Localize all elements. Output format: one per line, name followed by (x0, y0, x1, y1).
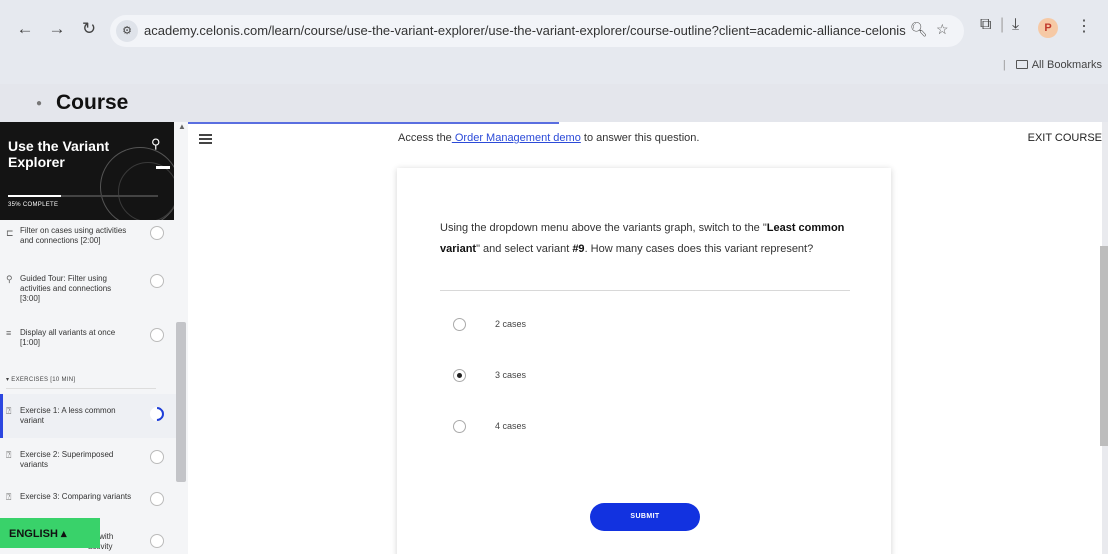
course-title: Course (56, 91, 129, 114)
question-text: Using the dropdown menu above the varian… (440, 218, 870, 260)
profile-icon[interactable]: P (1038, 18, 1058, 38)
progress-label: 35% COMPLETE (8, 202, 59, 208)
list-icon: ≡ (6, 328, 12, 338)
lesson-item[interactable]: ⚲ Guided Tour: Filter using activities a… (0, 270, 176, 310)
folder-icon (1015, 60, 1028, 69)
access-prefix: Access the (398, 132, 452, 144)
hamburger-menu-icon[interactable] (199, 134, 212, 144)
scroll-up-arrow[interactable]: ▲ (178, 122, 186, 131)
forward-icon[interactable]: → (46, 18, 68, 40)
course-sidebar: Use the Variant Explorer ⚲ 35% COMPLETE … (0, 122, 188, 554)
question-part: . How many cases does this variant repre… (584, 243, 814, 255)
status-circle (150, 492, 164, 506)
status-circle (150, 450, 164, 464)
exercise-label: Exercise 3: Comparing variants (20, 492, 132, 501)
address-bar[interactable]: ⚙ academy.celonis.com/learn/course/use-t… (110, 15, 964, 47)
sidebar-scrollbar[interactable] (176, 322, 186, 482)
submit-button[interactable]: SUBMIT (590, 503, 700, 531)
decoration (118, 162, 174, 220)
url-text[interactable]: academy.celonis.com/learn/course/use-the… (144, 23, 906, 38)
exercise-item[interactable]: ⍰ Exercise 3: Comparing variants (0, 488, 176, 518)
search-icon[interactable]: ⚲ (151, 136, 161, 152)
exercise-item[interactable]: ⍰ Exercise 2: Superimposed variants (0, 446, 176, 476)
exercise-label: Exercise 2: Superimposed variants (20, 450, 114, 469)
lesson-item[interactable]: ≡ Display all variants at once [1:00] (0, 324, 176, 354)
bookmarks-label: All Bookmarks (1031, 59, 1102, 71)
question-icon: ⍰ (6, 450, 12, 460)
order-management-demo-link[interactable]: Order Management demo (452, 132, 581, 144)
reload-icon[interactable]: ↻ (78, 18, 100, 40)
status-circle (150, 328, 164, 342)
question-bold: #9 (572, 243, 585, 255)
progress-bar (8, 195, 61, 197)
question-part: Using the dropdown menu above the varian… (440, 222, 767, 234)
lesson-label: Guided Tour: Filter using activities and… (20, 274, 112, 303)
question-icon: ⍰ (6, 406, 12, 416)
exit-course-button[interactable]: EXIT COURSE (1028, 132, 1102, 144)
radio-button-selected[interactable] (453, 369, 466, 382)
zoom-icon[interactable]: 🔍︎ (910, 21, 928, 38)
lesson-label: Display all variants at once [1:00] (20, 328, 116, 347)
option-label: 3 cases (495, 370, 527, 380)
decoration (156, 166, 170, 169)
toolbar-divider: | (1000, 16, 1005, 33)
all-bookmarks[interactable]: | All Bookmarks (1003, 59, 1102, 71)
radio-button[interactable] (453, 318, 466, 331)
guided-tour-icon: ⚲ (6, 274, 13, 284)
sidebar-header: Use the Variant Explorer ⚲ 35% COMPLETE (0, 122, 174, 220)
in-progress-circle (147, 404, 167, 424)
back-icon[interactable]: ← (14, 18, 36, 40)
section-exercises[interactable]: ▾ EXERCISES [10 MIN] (6, 376, 75, 383)
course-header: ● Course (0, 84, 1108, 122)
collapse-icon[interactable]: ● (36, 98, 42, 109)
answer-option[interactable]: 2 cases (453, 318, 653, 334)
question-part: " and select variant (476, 243, 573, 255)
menu-icon[interactable]: ⋮ (1076, 16, 1092, 36)
question-icon: ⍰ (6, 492, 12, 502)
language-selector[interactable]: ENGLISH ▴ (0, 518, 100, 548)
answer-option-selected[interactable]: 3 cases (453, 369, 653, 385)
browser-chrome: ← → ↻ ⚙ academy.celonis.com/learn/course… (0, 0, 1108, 84)
filter-icon: ⊏ (6, 228, 14, 238)
divider (6, 388, 156, 389)
lesson-item[interactable]: ⊏ Filter on cases using activities and c… (0, 222, 176, 256)
sidebar-course-title: Use the Variant Explorer (8, 138, 110, 170)
exercise-label: Exercise 1: A less common variant (20, 406, 116, 425)
lesson-label: Filter on cases using activities and con… (20, 226, 127, 245)
status-circle (150, 226, 164, 240)
star-icon[interactable]: ☆ (936, 21, 949, 38)
divider (440, 290, 850, 291)
page-progress-line (188, 122, 559, 124)
access-instruction: Access the Order Management demo to answ… (398, 132, 699, 144)
access-suffix: to answer this question. (580, 132, 700, 144)
option-label: 2 cases (495, 319, 527, 329)
extensions-icon[interactable]: ⧉ (980, 16, 991, 34)
download-icon[interactable]: ⤓ (1012, 16, 1019, 34)
question-card: Using the dropdown menu above the varian… (397, 168, 891, 554)
option-label: 4 cases (495, 421, 527, 431)
main-content: Access the Order Management demo to answ… (188, 122, 1102, 554)
radio-button[interactable] (453, 420, 466, 433)
status-circle (150, 534, 164, 548)
answer-option[interactable]: 4 cases (453, 420, 653, 436)
exercise-item-current[interactable]: ⍰ Exercise 1: A less common variant (0, 394, 176, 438)
main-scrollbar[interactable] (1100, 246, 1108, 446)
status-circle (150, 274, 164, 288)
site-settings-icon[interactable]: ⚙ (116, 20, 138, 42)
